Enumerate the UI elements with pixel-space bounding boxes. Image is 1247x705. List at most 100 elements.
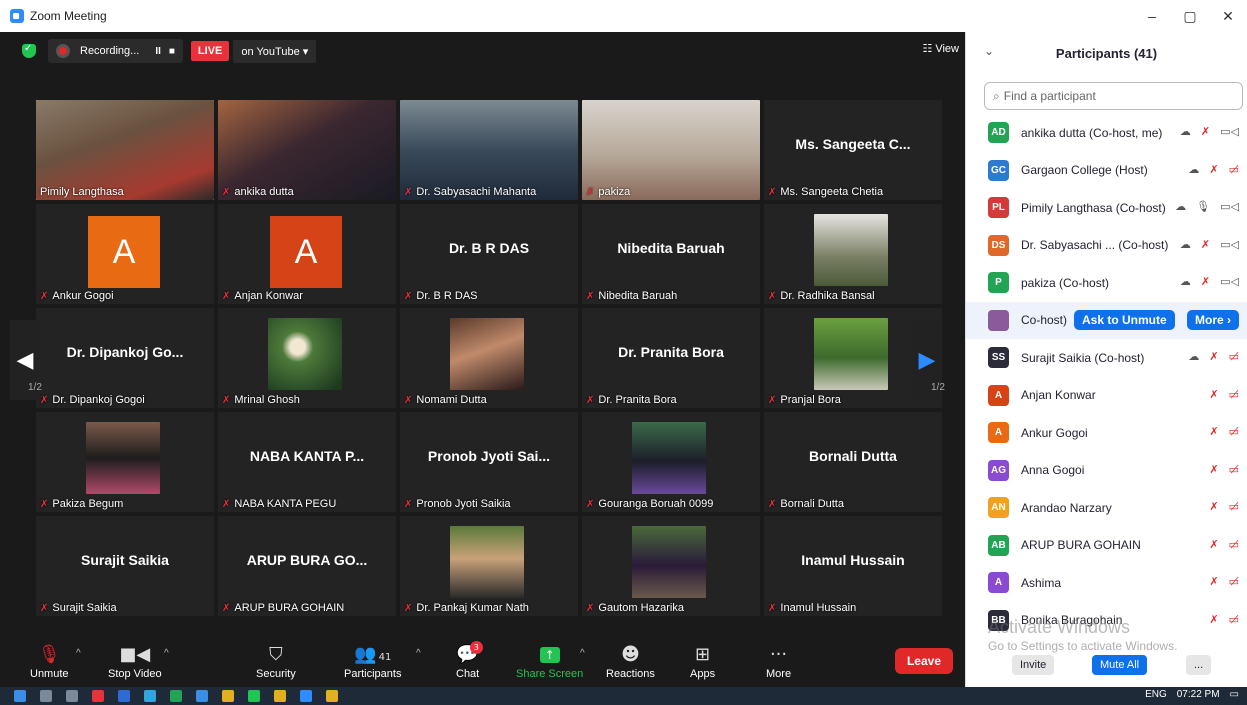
participant-row[interactable]: AG Anna Gogoi ✗ ▭̸ [966,452,1247,490]
participants-count: 41 [378,652,392,663]
unmute-button[interactable]: 🎙 Unmute [30,640,69,684]
encryption-shield-icon[interactable] [22,43,36,58]
leave-button[interactable]: Leave [894,648,953,674]
video-tile[interactable]: ARUP BURA GO... ✗ ARUP BURA GOHAIN [218,516,396,616]
mic-muted-icon: ✗ [404,291,413,302]
participant-row[interactable]: A Ankur Gogoi ✗ ▭̸ [966,414,1247,452]
reactions-button[interactable]: ☻ Reactions [606,640,655,684]
panel-more-button[interactable]: ... [1186,655,1212,675]
video-tile[interactable]: Ms. Sangeeta C... ✗ Ms. Sangeeta Chetia [764,100,942,200]
zoom-taskbar-icon[interactable] [300,690,312,702]
video-tile[interactable]: ✗ pakiza [582,100,760,200]
maximize-button[interactable]: ▢ [1171,0,1209,32]
excel-app-icon[interactable] [170,690,182,702]
participant-row[interactable]: Co-host) Ask to Unmute More › [966,301,1247,339]
word-app-icon[interactable] [118,690,130,702]
cortana-icon[interactable] [66,690,78,702]
smiley-plus-icon: ☻ [621,644,640,665]
video-tile[interactable]: Dr. B R DAS ✗ Dr. B R DAS [400,204,578,304]
participant-avatar [988,309,1009,331]
participant-row[interactable]: GC Gargaon College (Host) ☁ ✗ ▭̸ [966,152,1247,190]
video-tile[interactable]: Surajit Saikia ✗ Surajit Saikia [36,516,214,616]
mic-muted-icon: ✗ [1209,537,1219,551]
video-tile[interactable]: ✗ Gouranga Boruah 0099 [582,412,760,512]
video-tile[interactable]: Dr. Pranita Bora ✗ Dr. Pranita Bora [582,308,760,408]
chrome-profile-icon[interactable] [274,690,286,702]
video-off-icon: ▭̸ [1228,162,1239,176]
chat-button[interactable]: 💬 3 Chat [456,640,483,684]
participant-name: Ankur Gogoi [52,290,114,302]
share-options-caret[interactable]: ^ [580,648,585,659]
ask-to-unmute-button[interactable]: Ask to Unmute [1074,309,1175,330]
video-tile[interactable]: Pronob Jyoti Sai... ✗ Pronob Jyoti Saikia [400,412,578,512]
notifications-icon[interactable]: ▭ [1230,689,1239,700]
video-tile[interactable]: ✗ Dr. Pankaj Kumar Nath [400,516,578,616]
tile-name-label: ✗ Pranjal Bora [768,394,841,406]
participant-row[interactable]: AD ankika dutta (Co-host, me) ☁ ✗ ▭◁ [966,114,1247,152]
video-tile[interactable]: ✗ Dr. Sabyasachi Mahanta [400,100,578,200]
video-tile[interactable]: Pimily Langthasa [36,100,214,200]
audio-options-caret[interactable]: ^ [76,648,81,659]
security-button[interactable]: ⛉ Security [256,640,296,684]
participant-row[interactable]: PL Pimily Langthasa (Co-host) ☁ 🎙 ▭◁ [966,189,1247,227]
video-tile[interactable]: A ✗ Ankur Gogoi [36,204,214,304]
participants-options-caret[interactable]: ^ [416,648,421,659]
video-tile[interactable]: ✗ Nomami Dutta [400,308,578,408]
file-explorer-icon[interactable] [326,690,338,702]
video-tile[interactable]: ✗ Dr. Radhika Bansal [764,204,942,304]
mic-muted-icon: ✗ [222,187,231,198]
participant-row-name: Ashima [1021,575,1062,590]
tile-name-label: ✗ Dr. B R DAS [404,290,478,302]
participant-row[interactable]: AB ARUP BURA GOHAIN ✗ ▭̸ [966,527,1247,565]
video-tile[interactable]: ✗ Pakiza Begum [36,412,214,512]
participant-row[interactable]: A Ashima ✗ ▭̸ [966,564,1247,602]
shield-icon: ⛉ [269,644,283,665]
ellipsis-icon: ··· [769,644,788,665]
invite-button[interactable]: Invite [1012,655,1055,675]
video-tile[interactable]: Bornali Dutta ✗ Bornali Dutta [764,412,942,512]
participant-more-button[interactable]: More › [1187,309,1239,330]
edge-browser-icon[interactable] [144,690,156,702]
windows-start-icon[interactable] [14,690,26,702]
participant-name: Mrinal Ghosh [234,394,300,406]
close-button[interactable]: ✕ [1209,0,1247,32]
video-tile[interactable]: Inamul Hussain ✗ Inamul Hussain [764,516,942,616]
video-tile[interactable]: Dr. Dipankoj Go... ✗ Dr. Dipankoj Gogoi [36,308,214,408]
video-tile[interactable]: NABA KANTA P... ✗ NABA KANTA PEGU [218,412,396,512]
language-indicator[interactable]: ENG [1145,689,1167,700]
livestream-dropdown[interactable]: on YouTube ▾ [233,39,317,63]
more-button[interactable]: ··· More [766,640,791,684]
participant-search-input[interactable]: ⌕ Find a participant [984,82,1243,110]
stop-video-button[interactable]: ■◀ Stop Video [108,640,162,684]
share-screen-button[interactable]: ↑ Share Screen [516,640,583,684]
participant-row[interactable]: AN Arandao Narzary ✗ ▭̸ [966,489,1247,527]
pause-recording-button[interactable]: II [155,46,161,57]
video-tile[interactable]: A ✗ Anjan Konwar [218,204,396,304]
store-app-icon[interactable] [196,690,208,702]
search-icon[interactable] [40,690,52,702]
participant-row[interactable]: DS Dr. Sabyasachi ... (Co-host) ☁ ✗ ▭◁ [966,227,1247,265]
chrome-browser-icon[interactable] [222,690,234,702]
minimize-button[interactable]: – [1133,0,1171,32]
video-tile[interactable]: ✗ Gautom Hazarika [582,516,760,616]
video-tile[interactable]: ✗ ankika dutta [218,100,396,200]
spotify-app-icon[interactable] [248,690,260,702]
participants-button[interactable]: 👥 41 Participants [344,640,401,684]
participant-name: Anjan Konwar [234,290,303,302]
mic-muted-icon: ✗ [40,291,49,302]
video-options-caret[interactable]: ^ [164,648,169,659]
view-button[interactable]: ☷ View [922,42,959,55]
clock[interactable]: 07:22 PM [1177,689,1220,700]
cloud-host-icon: ☁ [1175,200,1187,213]
stop-recording-button[interactable]: ■ [169,46,175,57]
participant-name: Dr. Sabyasachi Mahanta [416,186,537,198]
participant-row[interactable]: SS Surajit Saikia (Co-host) ☁ ✗ ▭̸ [966,339,1247,377]
mic-muted-icon: ✗ [404,603,413,614]
video-tile[interactable]: ✗ Mrinal Ghosh [218,308,396,408]
pdf-app-icon[interactable] [92,690,104,702]
participant-row[interactable]: A Anjan Konwar ✗ ▭̸ [966,377,1247,415]
apps-button[interactable]: ⊞ Apps [690,640,715,684]
video-tile[interactable]: Nibedita Baruah ✗ Nibedita Baruah [582,204,760,304]
participant-row[interactable]: Ppakiza (Co-host) ☁ ✗ ▭◁ [966,264,1247,302]
mute-all-button[interactable]: Mute All [1092,655,1148,675]
